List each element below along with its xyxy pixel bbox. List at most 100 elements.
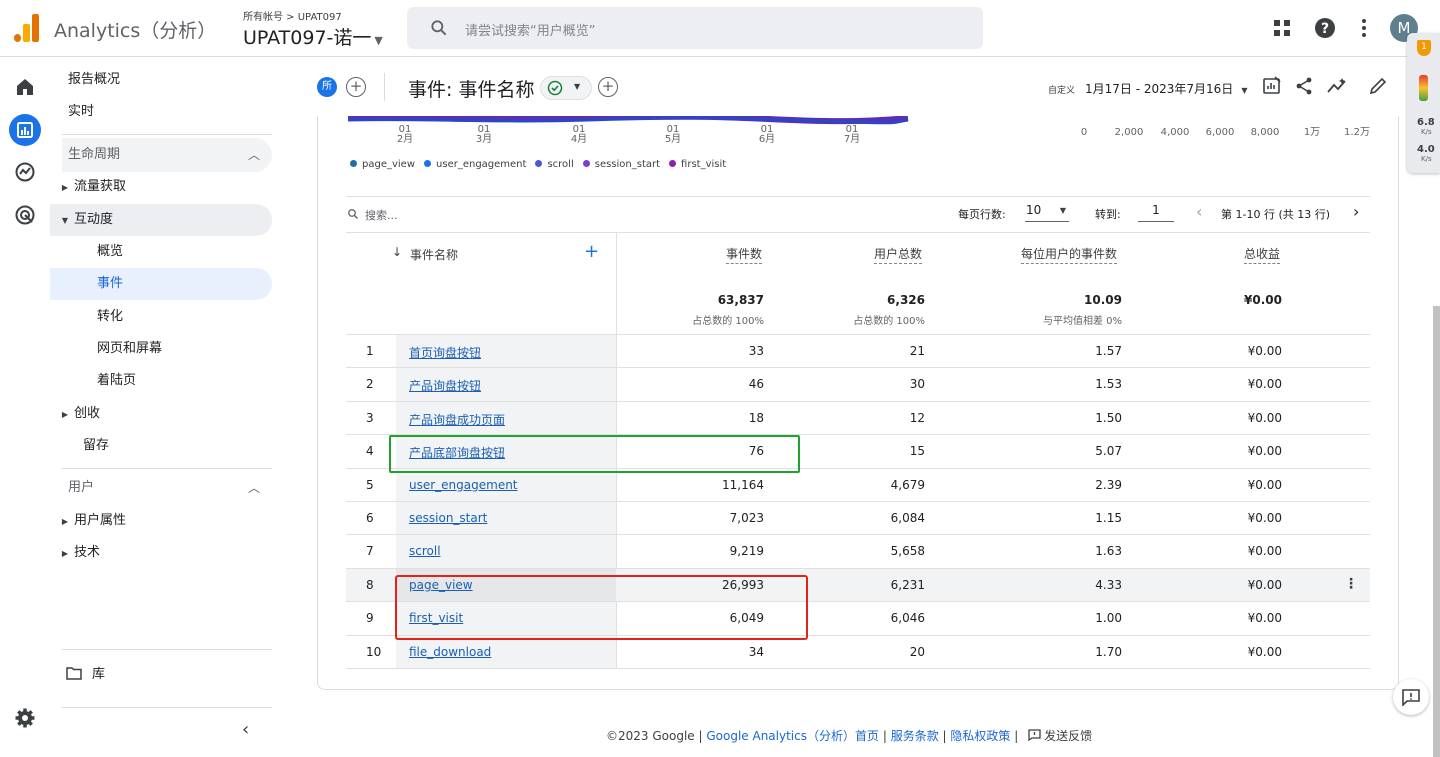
legend-item[interactable]: scroll <box>535 159 574 170</box>
report-status-pill[interactable]: ▼ <box>540 76 592 100</box>
analytics-logo[interactable] <box>14 14 40 42</box>
svg-text:?: ? <box>1321 21 1329 37</box>
feedback-label: 发送反馈 <box>1044 729 1093 743</box>
table-row[interactable]: 1 首页询盘按钮 33 21 1.57 ¥0.00 <box>346 335 1370 368</box>
header-event-count[interactable]: 事件数 <box>726 245 763 264</box>
explore-icon[interactable] <box>13 160 37 184</box>
legend-item[interactable]: first_visit <box>669 159 726 170</box>
insights-icon[interactable] <box>1326 76 1348 96</box>
table-row[interactable]: 3 产品询盘成功页面 18 12 1.50 ¥0.00 <box>346 401 1370 435</box>
sidebar-divider <box>62 707 272 708</box>
terms-link[interactable]: 服务条款 <box>891 729 939 743</box>
table-row[interactable]: 10 file_download 34 20 1.70 ¥0.00 <box>346 635 1370 669</box>
event-name-link[interactable]: 首页询盘按钮 <box>409 344 481 361</box>
header-total-revenue[interactable]: 总收益 <box>1244 245 1281 264</box>
bar-axis-tick: 6,000 <box>1205 127 1235 138</box>
event-name-link[interactable]: 产品询盘成功页面 <box>409 411 505 428</box>
legend-item[interactable]: user_engagement <box>424 159 526 170</box>
chevron-up-icon: ︿ <box>247 148 260 162</box>
reports-icon[interactable] <box>13 118 37 142</box>
sidebar-item-engagement-overview[interactable]: 概览 <box>50 236 123 268</box>
sidebar-item-overview[interactable]: 报告概况 <box>50 64 120 96</box>
sidebar-item-landing-page[interactable]: 着陆页 <box>50 365 136 397</box>
sidebar-item-user-attributes[interactable]: ▶ 用户属性 <box>50 505 126 537</box>
page-scrollbar[interactable] <box>1433 306 1440 757</box>
revenue-cell: ¥0.00 <box>1247 611 1282 626</box>
table-row[interactable]: 7 scroll 9,219 5,658 1.63 ¥0.00 <box>346 535 1370 569</box>
sidebar-item-conversions[interactable]: 转化 <box>50 301 123 333</box>
per-user-cell: 1.57 <box>1095 344 1122 358</box>
feedback-fab[interactable] <box>1393 679 1429 715</box>
event-name-link[interactable]: session_start <box>409 511 487 525</box>
sidebar-item-tech[interactable]: ▶ 技术 <box>50 537 100 569</box>
total-users: 6,326 <box>887 293 925 307</box>
customize-report-icon[interactable] <box>1262 76 1282 96</box>
table-row[interactable]: 5 user_engagement 11,164 4,679 2.39 ¥0.00 <box>346 468 1370 502</box>
date-custom-label: 自定义 <box>1048 86 1076 96</box>
sidebar-item-pages-screens[interactable]: 网页和屏幕 <box>50 333 162 365</box>
legend-item[interactable]: page_view <box>350 159 415 170</box>
upload-unit: K/s <box>1421 128 1432 136</box>
event-name-link[interactable]: scroll <box>409 544 441 558</box>
more-vert-icon[interactable] <box>1352 16 1376 40</box>
bar-axis-tick: 4,000 <box>1160 127 1190 138</box>
row-index: 3 <box>366 410 374 425</box>
advertising-icon[interactable] <box>13 203 37 227</box>
comparison-chip[interactable]: 所 <box>317 77 337 97</box>
sidebar-item-monetization[interactable]: ▶ 创收 <box>50 398 100 430</box>
sidebar-item-acquisition[interactable]: ▶ 流量获取 <box>50 171 126 203</box>
header-total-users[interactable]: 用户总数 <box>874 245 923 264</box>
feedback-link[interactable]: 发送反馈 <box>1022 729 1092 743</box>
goto-page-input[interactable]: 1 <box>1138 203 1174 222</box>
prev-page-icon[interactable]: ‹ <box>1196 202 1202 221</box>
sidebar-item-realtime[interactable]: 实时 <box>50 96 94 128</box>
add-dimension-icon[interactable]: + <box>584 241 599 262</box>
home-icon[interactable] <box>13 75 37 99</box>
section-label: 用户 <box>68 480 95 495</box>
network-speed-widget[interactable]: 1 6.8 K/s 4.0 K/s <box>1407 33 1440 173</box>
date-range-selector[interactable]: 1月17日 - 2023年7月16日 ▼ <box>1085 80 1247 97</box>
event-name-link[interactable]: user_engagement <box>409 478 518 492</box>
row-more-vert-icon[interactable]: ⋮ <box>1344 576 1358 592</box>
tick-month: 7月 <box>843 134 861 145</box>
sort-arrow-icon[interactable]: ↓ <box>392 245 402 259</box>
event-name-link[interactable]: file_download <box>409 645 491 659</box>
add-filter-icon[interactable]: + <box>598 77 618 97</box>
edit-pencil-icon[interactable] <box>1368 76 1388 96</box>
add-comparison-icon[interactable]: + <box>346 77 366 97</box>
sidebar-item-engagement[interactable]: ▼ 互动度 <box>50 204 272 236</box>
sidebar-item-events[interactable]: 事件 <box>50 268 272 300</box>
table-row[interactable]: 6 session_start 7,023 6,084 1.15 ¥0.00 <box>346 502 1370 535</box>
copyright: ©2023 Google | <box>606 729 703 743</box>
section-label: 生命周期 <box>68 147 121 162</box>
sidebar-item-library[interactable]: 库 <box>50 659 105 691</box>
header-event-name[interactable]: 事件名称 <box>410 246 458 263</box>
property-selector[interactable]: UPAT097-诺一 ▼ <box>243 23 383 50</box>
row-index: 5 <box>366 477 374 492</box>
collapse-sidebar-icon[interactable]: ‹ <box>242 719 249 740</box>
table-row[interactable]: 2 产品询盘按钮 46 30 1.53 ¥0.00 <box>346 368 1370 402</box>
apps-grid-icon[interactable] <box>1270 16 1294 40</box>
sidebar-item-retention[interactable]: 留存 <box>50 430 109 462</box>
settings-gear-icon[interactable] <box>13 706 37 730</box>
sidebar-divider <box>62 468 272 469</box>
legend-label: session_start <box>594 159 661 170</box>
total-users-cell: 21 <box>909 344 925 358</box>
help-icon[interactable]: ? <box>1313 16 1337 40</box>
share-icon[interactable] <box>1294 76 1314 96</box>
legend-item[interactable]: session_start <box>582 159 661 170</box>
event-name-link[interactable]: 产品询盘按钮 <box>409 377 481 394</box>
table-search[interactable]: 搜索... <box>347 207 398 223</box>
total-per-user: 10.09 <box>1084 293 1122 307</box>
sidebar-section-user[interactable]: 用户 ︿ <box>50 472 272 504</box>
rows-per-page-select[interactable]: 10 ▼ <box>1025 203 1069 222</box>
search-bar[interactable]: 请尝试搜索“用户概览” <box>407 7 983 49</box>
bar-axis-tick: 1.2万 <box>1344 127 1370 138</box>
account-breadcrumb[interactable]: 所有帐号 > UPAT097 <box>243 8 342 23</box>
sidebar-section-lifecycle[interactable]: 生命周期 ︿ <box>62 138 272 172</box>
header-events-per-user[interactable]: 每位用户的事件数 <box>1021 245 1118 264</box>
legend-label: first_visit <box>681 159 727 170</box>
ga-home-link[interactable]: Google Analytics（分析）首页 <box>706 729 879 743</box>
next-page-icon[interactable]: › <box>1353 202 1359 221</box>
privacy-link[interactable]: 隐私权政策 <box>950 729 1010 743</box>
